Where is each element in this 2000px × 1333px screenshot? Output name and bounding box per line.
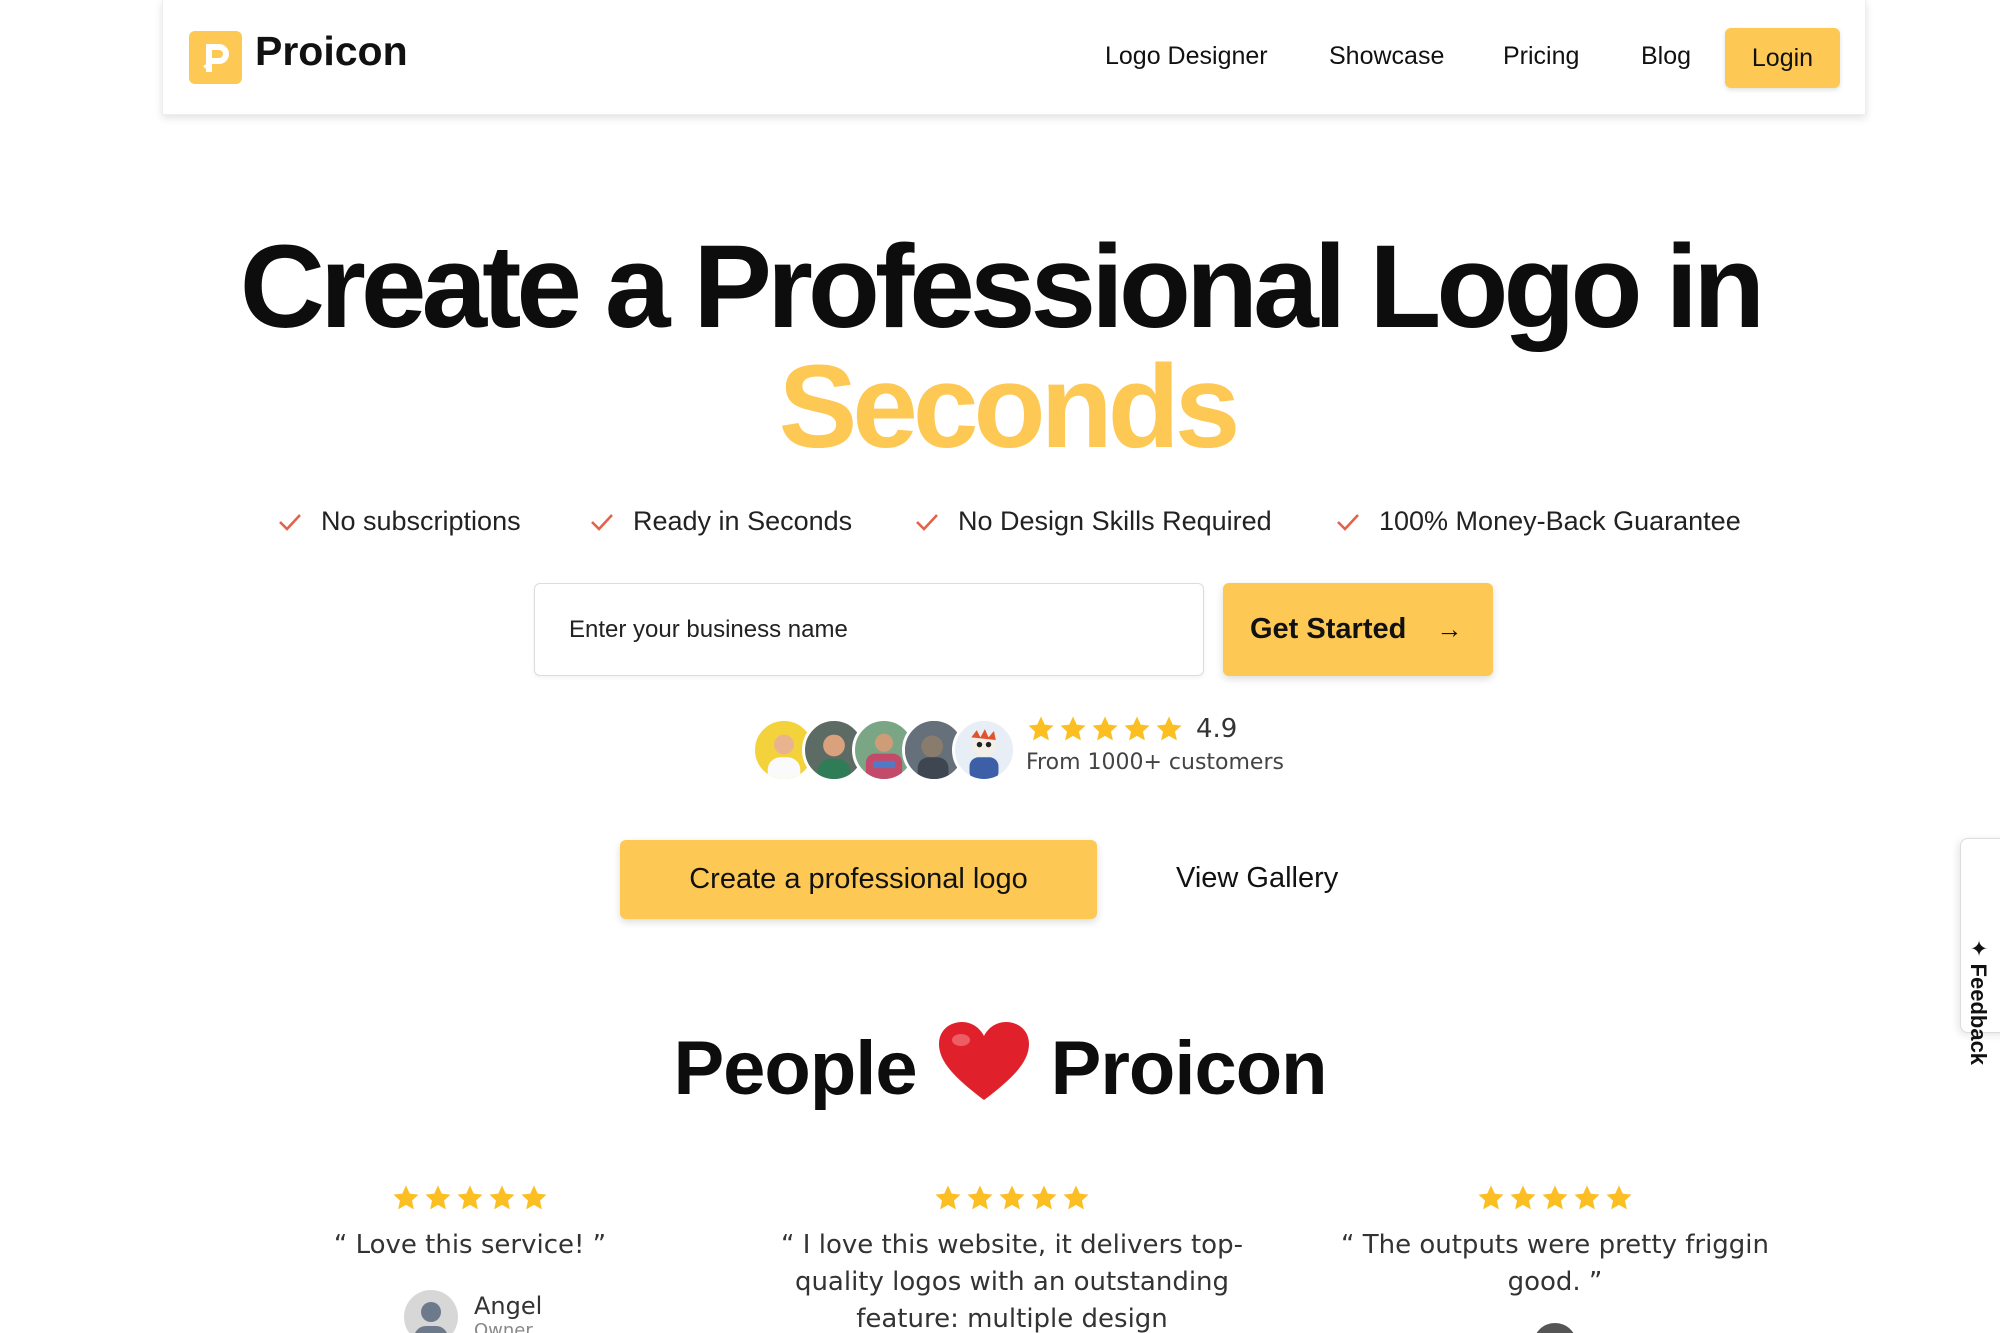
star-icon (489, 1185, 515, 1210)
feedback-tab[interactable]: ✦ Feedback (1960, 838, 2000, 1065)
business-name-input[interactable] (534, 583, 1204, 676)
rating-value: 4.9 (1196, 714, 1238, 744)
star-icon (521, 1185, 547, 1210)
testimonial-card: “ I love this website, it delivers top-q… (772, 1183, 1252, 1333)
star-icon (935, 1185, 961, 1210)
reviewer-name: Angel (474, 1292, 543, 1320)
star-icon (393, 1185, 419, 1210)
login-button[interactable]: Login (1725, 28, 1840, 88)
testimonial-card: “ The outputs were pretty friggin good. … (1315, 1183, 1795, 1333)
avatar (952, 718, 1016, 782)
testimonial-quote: “ The outputs were pretty friggin good. … (1341, 1230, 1769, 1297)
customer-avatars (752, 718, 1016, 782)
nav-link-pricing[interactable]: Pricing (1503, 42, 1579, 71)
star-icon (1028, 716, 1054, 741)
star-icon (1606, 1185, 1632, 1210)
check-icon (279, 513, 301, 531)
check-icon (591, 513, 613, 531)
feature-item: 100% Money-Back Guarantee (1334, 506, 1741, 537)
hero-heading-highlight: Seconds (778, 341, 1241, 473)
feedback-label: ✦ Feedback (1965, 939, 1991, 1065)
create-logo-button[interactable]: Create a professional logo (620, 840, 1097, 919)
testimonial-card: “ Love this service! ” (230, 1183, 710, 1264)
arrow-right-icon: → (1436, 614, 1463, 644)
rating-subtext: From 1000+ customers (1026, 750, 1284, 775)
check-icon (1337, 513, 1359, 531)
star-icon (457, 1185, 483, 1210)
hero-heading-line1: Create a Professional Logo in (239, 221, 1765, 353)
sparkle-icon: ✦ (1966, 939, 1991, 964)
feedback-text: Feedback (1966, 963, 1991, 1066)
check-icon (916, 513, 938, 531)
star-icon (1574, 1185, 1600, 1210)
get-started-label: Get Started (1250, 613, 1407, 645)
star-icon (1478, 1185, 1504, 1210)
star-icon (1156, 716, 1182, 741)
feature-item: Ready in Seconds (588, 506, 852, 537)
star-icon (1063, 1185, 1089, 1210)
star-icon (999, 1185, 1025, 1210)
reviewer-avatar (1533, 1323, 1577, 1333)
star-icon (1124, 716, 1150, 741)
nav-link-logo-designer[interactable]: Logo Designer (1105, 42, 1268, 71)
testimonials-heading-right: Proicon (1050, 1026, 1328, 1111)
testimonials-heading-left: People (673, 1026, 917, 1111)
feature-label: No subscriptions (321, 506, 521, 536)
proicon-logo-icon[interactable] (189, 31, 242, 84)
feature-label: Ready in Seconds (633, 506, 853, 536)
testimonial-quote: “ I love this website, it delivers top-q… (781, 1230, 1243, 1333)
testimonial-quote: “ Love this service! ” (333, 1230, 607, 1260)
star-icon (1060, 716, 1086, 741)
rating-summary: 4.9 From 1000+ customers (1026, 714, 1284, 775)
feature-label: No Design Skills Required (958, 506, 1272, 536)
star-icon (1510, 1185, 1536, 1210)
get-started-button[interactable]: Get Started → (1223, 583, 1493, 676)
reviewer-info: Angel Owner (404, 1290, 542, 1333)
feature-item: No subscriptions (276, 506, 521, 537)
testimonials-heading: People Proicon (0, 1020, 2000, 1112)
nav-link-showcase[interactable]: Showcase (1329, 42, 1444, 71)
star-icon (1031, 1185, 1057, 1210)
reviewer-role: Owner (474, 1320, 533, 1333)
star-icon (1092, 716, 1118, 741)
view-gallery-link[interactable]: View Gallery (1176, 862, 1338, 895)
heart-icon (938, 1022, 1029, 1100)
star-icon (967, 1185, 993, 1210)
star-icon (1542, 1185, 1568, 1210)
feature-label: 100% Money-Back Guarantee (1379, 506, 1741, 536)
star-icon (425, 1185, 451, 1210)
nav-link-blog[interactable]: Blog (1641, 42, 1691, 71)
reviewer-avatar (404, 1290, 458, 1333)
top-navbar: Proicon Logo Designer Showcase Pricing B… (162, 0, 1866, 115)
feature-item: No Design Skills Required (913, 506, 1272, 537)
brand-name[interactable]: Proicon (255, 28, 408, 75)
